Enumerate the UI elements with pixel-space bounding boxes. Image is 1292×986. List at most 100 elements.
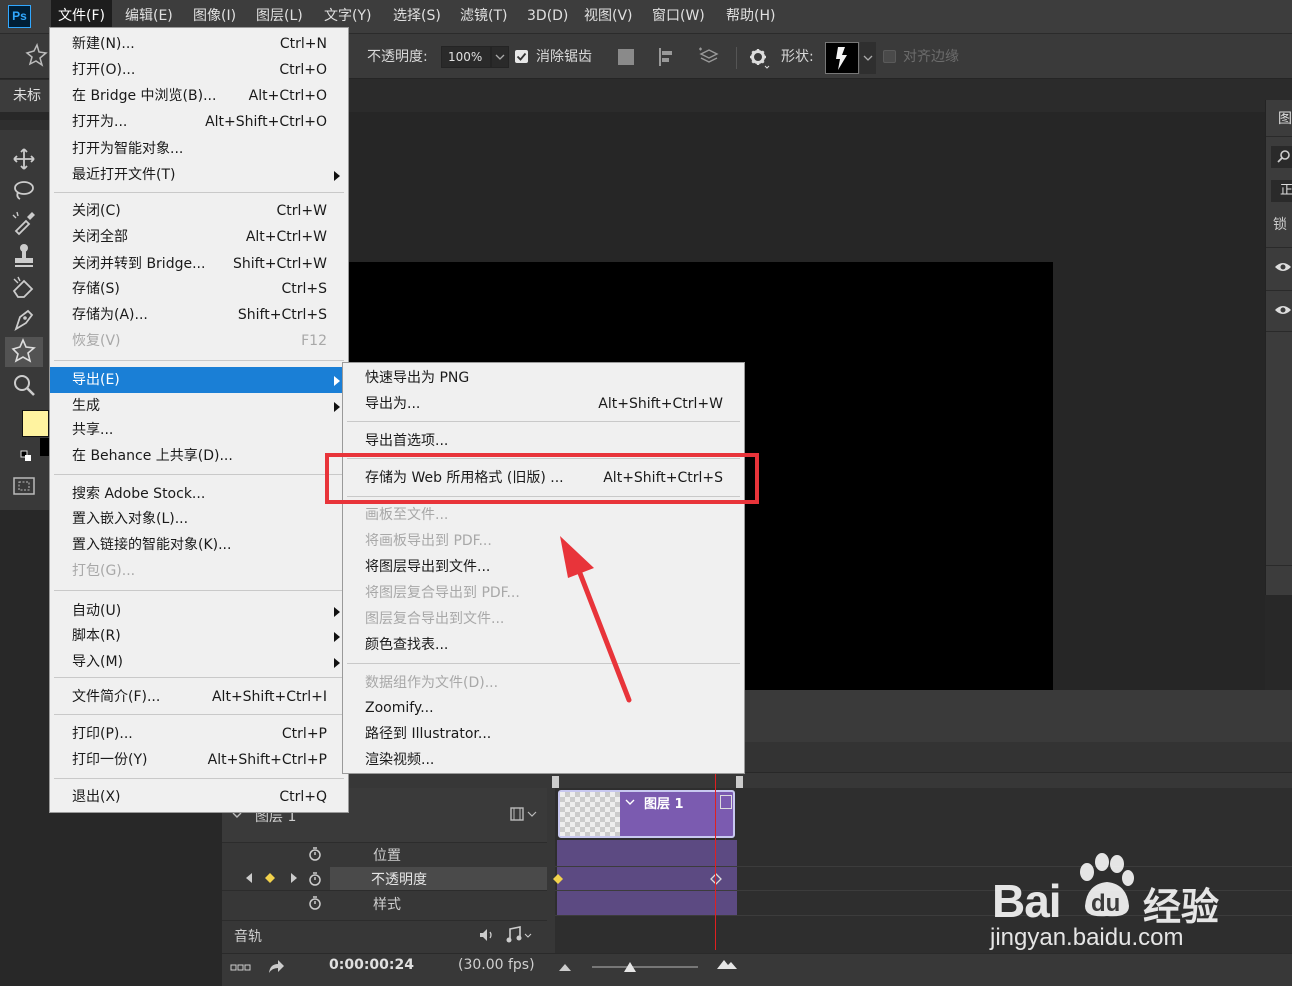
eyedropper-tool-icon[interactable]: [10, 209, 38, 237]
prev-keyframe-icon[interactable]: [244, 872, 254, 884]
stopwatch-icon[interactable]: [307, 846, 323, 862]
keyframe-end[interactable]: [710, 873, 722, 885]
menu-10[interactable]: 帮助(H): [719, 0, 782, 33]
stopwatch-icon[interactable]: [307, 871, 323, 887]
submenu-arrow-icon: [334, 376, 340, 386]
path-operations-icon[interactable]: [618, 49, 634, 65]
export-menu-item[interactable]: 渲染视频...: [343, 747, 744, 773]
opacity-dropdown-icon[interactable]: [491, 46, 509, 68]
export-menu-item[interactable]: 快速导出为 PNG: [343, 365, 744, 391]
menu-separator: [54, 778, 344, 779]
file-menu-item[interactable]: 退出(X) Ctrl+Q: [50, 784, 348, 810]
export-menu-item[interactable]: 将图层导出到文件...: [343, 554, 744, 580]
file-menu-item[interactable]: 导出(E): [50, 367, 348, 393]
menu-7[interactable]: 3D(D): [520, 0, 575, 33]
film-strip-icon[interactable]: [509, 806, 539, 822]
render-video-icon[interactable]: [266, 958, 286, 976]
file-menu-item[interactable]: 最近打开文件(T): [50, 162, 348, 188]
stamp-tool-icon[interactable]: [10, 241, 38, 269]
stopwatch-icon[interactable]: [307, 895, 323, 911]
zoom-in-mountain-icon[interactable]: [716, 956, 738, 970]
export-menu-item[interactable]: Zoomify...: [343, 695, 744, 721]
lasso-tool-icon[interactable]: [10, 177, 38, 205]
zoom-tool-icon[interactable]: [10, 371, 38, 399]
layer-clip[interactable]: 图层 1: [558, 790, 735, 838]
clip-end-icon[interactable]: [720, 795, 732, 809]
visibility-eye-icon[interactable]: [1274, 260, 1292, 274]
speaker-icon[interactable]: [478, 927, 496, 943]
export-menu-item[interactable]: 路径到 Illustrator...: [343, 721, 744, 747]
file-menu-item[interactable]: 生成: [50, 393, 348, 419]
file-menu-item[interactable]: 存储(S) Ctrl+S: [50, 276, 348, 302]
path-arrangement-icon[interactable]: [697, 44, 721, 68]
menu-5[interactable]: 选择(S): [386, 0, 448, 33]
file-menu-item[interactable]: 文件简介(F)... Alt+Shift+Ctrl+I: [50, 684, 348, 710]
filter-search-icon[interactable]: [1271, 146, 1292, 168]
file-menu-item[interactable]: 搜索 Adobe Stock...: [50, 481, 348, 507]
file-menu-item[interactable]: 自动(U): [50, 598, 348, 624]
eraser-tool-icon[interactable]: [10, 273, 38, 301]
file-menu-item[interactable]: 打开为... Alt+Shift+Ctrl+O: [50, 109, 348, 135]
file-menu-item[interactable]: 新建(N)... Ctrl+N: [50, 31, 348, 57]
document-tab[interactable]: 未标: [0, 80, 52, 112]
file-menu-item[interactable]: 在 Bridge 中浏览(B)... Alt+Ctrl+O: [50, 83, 348, 109]
shape-picker[interactable]: [825, 42, 859, 74]
keyframe-start[interactable]: [552, 873, 564, 885]
export-menu-item: 画板至文件...: [343, 502, 744, 528]
file-menu-item-shortcut: Ctrl+P: [281, 726, 327, 742]
export-menu-item-label: Zoomify...: [365, 700, 434, 716]
export-menu-item[interactable]: 颜色查找表...: [343, 632, 744, 658]
work-area-start-handle[interactable]: [552, 776, 559, 788]
playhead-line[interactable]: [715, 772, 716, 950]
property-row-opacity[interactable]: [330, 867, 547, 890]
add-keyframe-icon[interactable]: [264, 872, 276, 884]
default-colors-icon[interactable]: [20, 450, 32, 462]
foreground-color-swatch[interactable]: [22, 410, 49, 437]
align-edges-checkbox[interactable]: [883, 50, 896, 63]
pen-tool-icon[interactable]: [10, 305, 38, 333]
gear-icon[interactable]: [748, 47, 770, 69]
zoom-slider-thumb[interactable]: [623, 961, 637, 973]
file-menu-item-label: 打开(O)...: [72, 62, 136, 78]
path-alignment-icon[interactable]: [657, 46, 677, 68]
menu-8[interactable]: 视图(V): [577, 0, 640, 33]
export-menu-item[interactable]: 导出首选项...: [343, 428, 744, 454]
clip-chevron-icon[interactable]: [624, 796, 636, 808]
custom-shape-tool-icon[interactable]: [5, 337, 43, 367]
antialias-checkbox[interactable]: [515, 50, 528, 63]
tool-preset-icon[interactable]: [22, 42, 52, 71]
file-menu-item[interactable]: 在 Behance 上共享(D)...: [50, 443, 348, 469]
move-tool-icon[interactable]: [10, 145, 38, 173]
export-menu-item[interactable]: 导出为... Alt+Shift+Ctrl+W: [343, 391, 744, 417]
menu-6[interactable]: 滤镜(T): [453, 0, 514, 33]
file-menu-item[interactable]: 共享...: [50, 417, 348, 443]
toolbar-grip[interactable]: [0, 120, 49, 130]
file-menu-item[interactable]: 关闭并转到 Bridge... Shift+Ctrl+W: [50, 251, 348, 277]
file-menu-item[interactable]: 置入嵌入对象(L)...: [50, 506, 348, 532]
menu-9[interactable]: 窗口(W): [645, 0, 712, 33]
layers-panel-title[interactable]: 图: [1278, 108, 1292, 128]
quick-mask-icon[interactable]: [13, 477, 35, 495]
opacity-input[interactable]: 100%: [441, 46, 491, 68]
menu-separator: [54, 714, 344, 715]
frame-mode-icon[interactable]: [230, 962, 252, 974]
zoom-out-mountain-icon[interactable]: [558, 960, 572, 971]
zoom-slider[interactable]: [592, 966, 698, 968]
layer-row[interactable]: [1266, 289, 1292, 332]
shape-dropdown-icon[interactable]: [860, 42, 876, 74]
file-menu-item[interactable]: 打开为智能对象...: [50, 136, 348, 162]
file-menu-item[interactable]: 存储为(A)... Shift+Ctrl+S: [50, 302, 348, 328]
file-menu-item[interactable]: 关闭(C) Ctrl+W: [50, 198, 348, 224]
file-menu-item[interactable]: 打开(O)... Ctrl+O: [50, 57, 348, 83]
file-menu-item[interactable]: 打印(P)... Ctrl+P: [50, 721, 348, 747]
file-menu-item[interactable]: 导入(M): [50, 649, 348, 675]
file-menu-item[interactable]: 脚本(R): [50, 623, 348, 649]
background-color-swatch[interactable]: [40, 438, 49, 456]
blend-mode-select[interactable]: 正: [1271, 180, 1292, 202]
file-menu-item[interactable]: 置入链接的智能对象(K)...: [50, 532, 348, 558]
music-note-icon[interactable]: [506, 926, 536, 944]
work-area-end-handle[interactable]: [736, 776, 743, 788]
next-keyframe-icon[interactable]: [289, 872, 299, 884]
file-menu-item[interactable]: 打印一份(Y) Alt+Shift+Ctrl+P: [50, 747, 348, 773]
file-menu-item[interactable]: 关闭全部 Alt+Ctrl+W: [50, 224, 348, 250]
